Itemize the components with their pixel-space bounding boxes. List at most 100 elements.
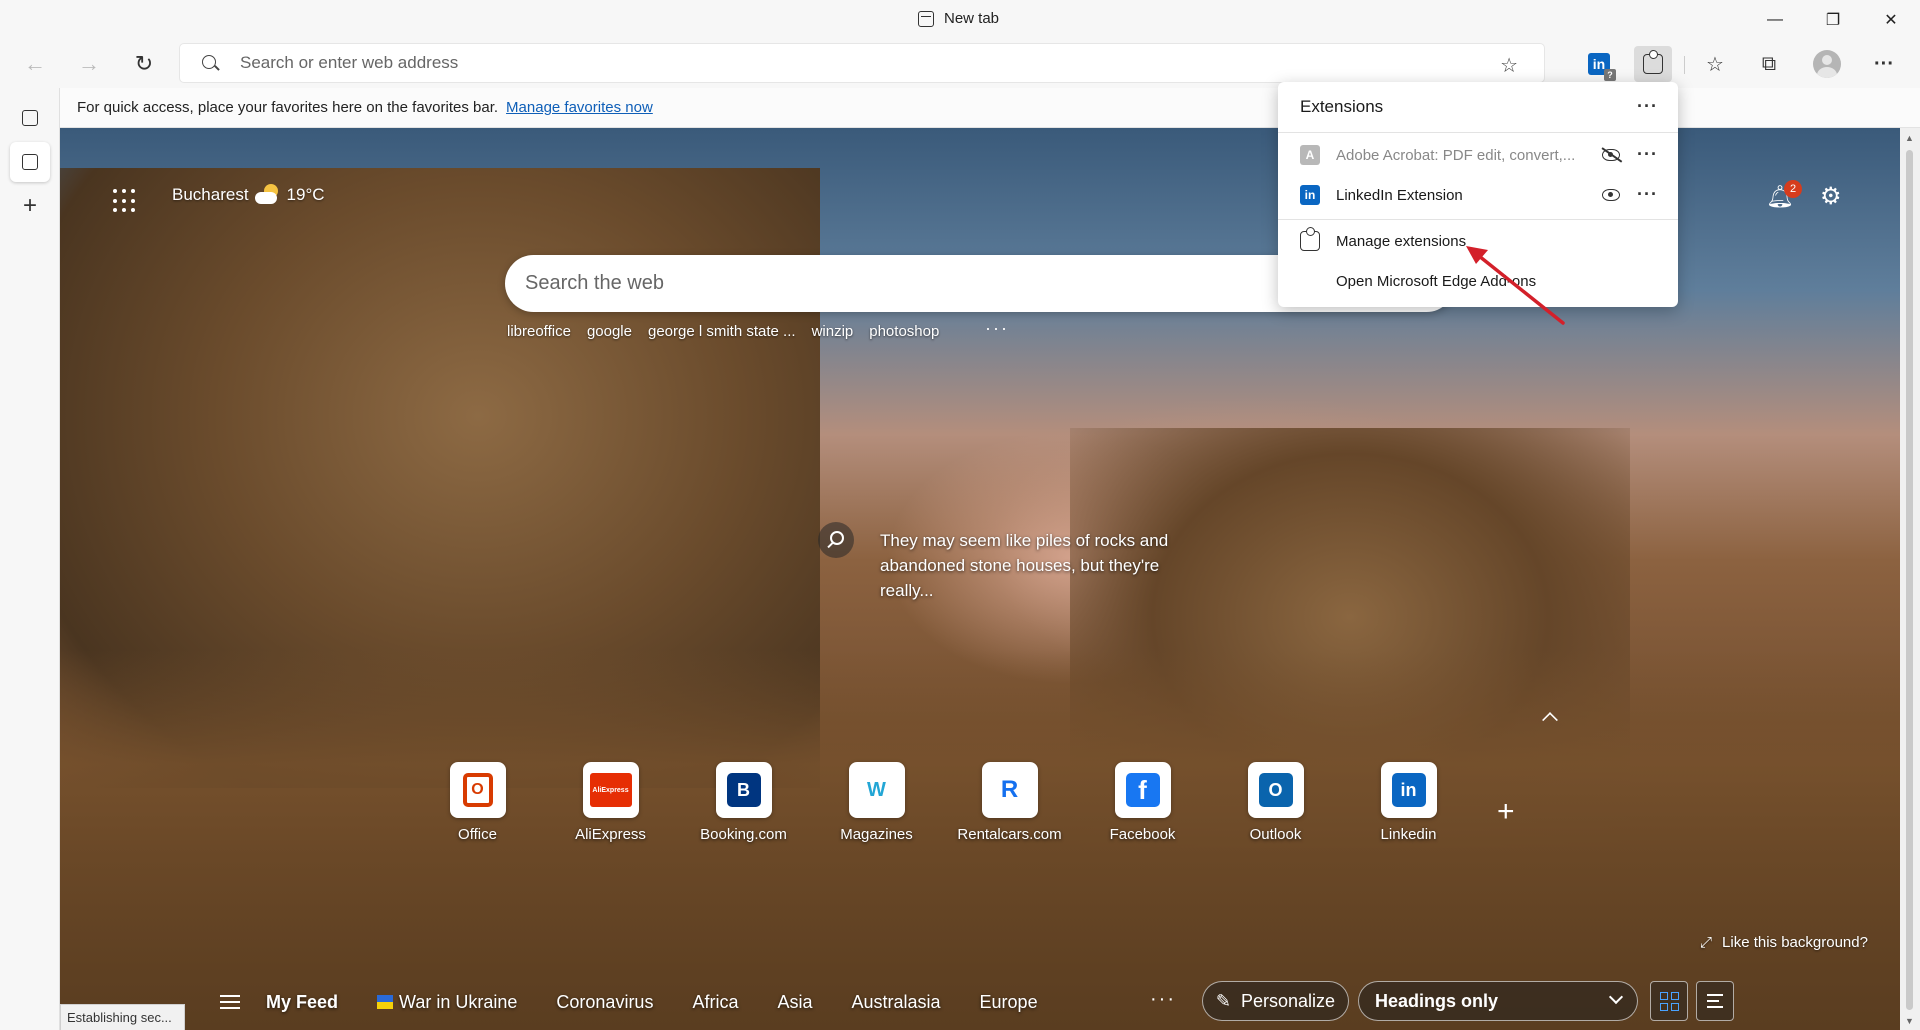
chevron-down-icon [1608, 989, 1624, 1005]
city-name: Bucharest [172, 185, 249, 204]
puzzle-icon [1300, 227, 1320, 251]
address-input[interactable] [240, 44, 1440, 82]
tab-actions-icon [22, 110, 38, 126]
layout-select-value: Headings only [1375, 990, 1499, 1011]
suggestion-item[interactable]: google [587, 323, 632, 340]
magazines-logo-icon: W [859, 773, 894, 807]
linkedin-extension-icon: in [1300, 185, 1320, 205]
feed-tab-europe[interactable]: Europe [980, 992, 1038, 1013]
feed-tab-my-feed[interactable]: My Feed [266, 992, 338, 1013]
partly-cloudy-icon [254, 184, 281, 204]
feed-tab-coronavirus[interactable]: Coronavirus [556, 992, 653, 1013]
annotation-arrow [1466, 246, 1565, 325]
collections-button[interactable]: ⧉ [1750, 46, 1788, 82]
shown-in-toolbar-icon[interactable] [1602, 189, 1620, 201]
feed-more-button[interactable]: ··· [1150, 988, 1176, 1011]
restore-button[interactable]: ❐ [1810, 6, 1856, 34]
notifications-button[interactable]: 🔔︎ 2 [1766, 180, 1802, 210]
close-button[interactable]: ✕ [1868, 6, 1914, 34]
quick-link-outlook[interactable]: O Outlook [1209, 762, 1342, 843]
list-view-button[interactable] [1696, 981, 1734, 1021]
list-icon [1707, 994, 1723, 1008]
weather-widget[interactable]: Bucharest 19°C [172, 184, 325, 205]
quick-link-magazines[interactable]: W Magazines [810, 762, 943, 843]
like-background-button[interactable]: ⤢ Like this background? [1700, 934, 1868, 951]
feed-menu-icon[interactable] [220, 995, 240, 1009]
tab-actions-button[interactable] [10, 98, 50, 138]
feed-tab-asia[interactable]: Asia [777, 992, 812, 1013]
extension-more-button[interactable]: ··· [1637, 184, 1658, 205]
web-search-input[interactable] [525, 255, 1345, 312]
quick-link-facebook[interactable]: f Facebook [1076, 762, 1209, 843]
suggestion-item[interactable]: winzip [812, 323, 854, 340]
feed-tab-africa[interactable]: Africa [692, 992, 738, 1013]
new-tab-button[interactable]: + [10, 186, 50, 226]
feed-tab-australasia[interactable]: Australasia [851, 992, 940, 1013]
ukraine-flag-icon [377, 994, 394, 1009]
outlook-logo-icon: O [1258, 773, 1293, 807]
tab-title[interactable]: New tab [918, 10, 999, 27]
background-caption[interactable]: They may seem like piles of rocks and ab… [880, 528, 1180, 603]
quick-link-linkedin[interactable]: in Linkedin [1342, 762, 1475, 843]
page-settings-gear-icon[interactable]: ⚙ [1820, 182, 1842, 211]
feed-tab-war-in-ukraine[interactable]: War in Ukraine [377, 992, 517, 1013]
address-bar[interactable]: ☆ [180, 44, 1544, 82]
divider [1278, 132, 1678, 133]
app-launcher-icon[interactable] [113, 189, 137, 213]
avatar [1813, 50, 1841, 78]
aliexpress-logo-icon: AliExpress [589, 773, 632, 807]
suggestion-item[interactable]: photoshop [869, 323, 939, 340]
linkedin-icon: in ? [1588, 53, 1616, 81]
minimize-button[interactable]: — [1752, 6, 1798, 34]
status-bar: Establishing sec... [60, 1004, 185, 1030]
annotation-arrow-shaft [1472, 250, 1565, 325]
image-info-search-icon[interactable] [818, 522, 854, 558]
favorites-button[interactable]: ☆ [1696, 46, 1734, 82]
grid-view-button[interactable] [1650, 981, 1688, 1021]
browser-toolbar: ← → ↻ ☆ in ? ☆ ⧉ ··· [0, 40, 1920, 88]
office-logo-icon: O [462, 773, 493, 807]
quick-link-rentalcars[interactable]: R Rentalcars.com [943, 762, 1076, 843]
quick-link-office[interactable]: O Office [411, 762, 544, 843]
scroll-down-icon[interactable]: ▼ [1905, 1016, 1914, 1026]
add-quick-link-button[interactable]: + [1497, 795, 1515, 829]
profile-button[interactable] [1808, 46, 1846, 82]
extension-more-button[interactable]: ··· [1637, 144, 1658, 165]
search-suggestions: libreoffice google george l smith state … [507, 323, 939, 340]
suggestion-item[interactable]: george l smith state ... [648, 323, 796, 340]
extension-name: Adobe Acrobat: PDF edit, convert,... [1336, 146, 1576, 164]
refresh-button[interactable]: ↻ [126, 46, 162, 82]
manage-favorites-link[interactable]: Manage favorites now [506, 99, 653, 116]
extensions-button[interactable] [1634, 46, 1672, 82]
add-favorite-icon[interactable]: ☆ [1500, 53, 1518, 78]
extensions-title: Extensions [1300, 97, 1384, 116]
feed-navigation: My Feed War in Ukraine Coronavirus Afric… [220, 985, 1077, 1019]
page-scrollbar[interactable]: ▲ ▼ [1900, 128, 1920, 1030]
extensions-more-button[interactable]: ··· [1637, 96, 1658, 117]
manage-extensions-label: Manage extensions [1336, 232, 1467, 250]
suggestion-item[interactable]: libreoffice [507, 323, 571, 340]
facebook-logo-icon: f [1125, 773, 1160, 807]
personalize-button[interactable]: ✎ Personalize [1202, 981, 1349, 1021]
scroll-up-icon[interactable]: ▲ [1905, 133, 1914, 143]
scrollbar-thumb[interactable] [1906, 150, 1913, 1010]
quick-link-booking[interactable]: B Booking.com [677, 762, 810, 843]
expand-icon: ⤢ [1700, 934, 1713, 951]
settings-more-button[interactable]: ··· [1865, 46, 1903, 82]
tab-new-tab[interactable] [10, 142, 50, 182]
quick-link-aliexpress[interactable]: AliExpress AliExpress [544, 762, 677, 843]
pencil-icon: ✎ [1215, 990, 1232, 1011]
notifications-badge: 2 [1784, 180, 1802, 198]
title-bar: New tab — ❐ ✕ [0, 0, 1920, 40]
back-button[interactable]: ← [17, 46, 53, 82]
vertical-tabs-sidebar: + [0, 88, 60, 1030]
quick-links: O Office AliExpress AliExpress B Booking… [411, 762, 1475, 843]
suggestions-more-button[interactable]: ··· [985, 318, 1009, 339]
booking-logo-icon: B [726, 773, 761, 807]
hidden-from-toolbar-icon[interactable] [1602, 149, 1620, 161]
forward-button[interactable]: → [71, 46, 107, 82]
linkedin-extension-button[interactable]: in ? [1580, 46, 1618, 82]
tab-page-icon [918, 10, 934, 27]
layout-select[interactable]: Headings only [1358, 981, 1638, 1021]
extension-name: LinkedIn Extension [1336, 186, 1463, 204]
